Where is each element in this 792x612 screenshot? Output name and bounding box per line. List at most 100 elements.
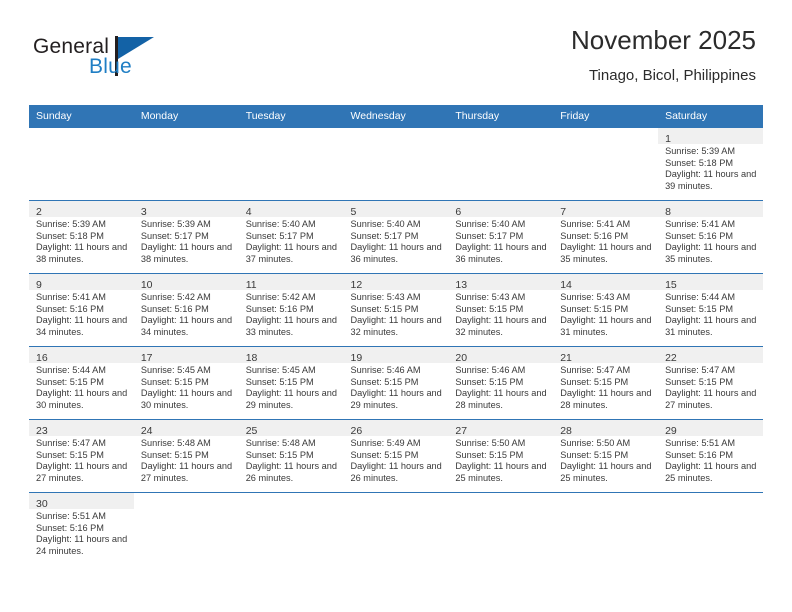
general-blue-logo[interactable]: General Blue xyxy=(33,36,223,84)
day-cell-details: Sunrise: 5:51 AM Sunset: 5:16 PM Daylight:… xyxy=(658,436,763,484)
sunrise-text: Sunrise: 5:51 AM xyxy=(36,511,106,521)
calendar-day-cell[interactable]: 8 Sunrise: 5:41 AM Sunset: 5:16 PM Daylight… xyxy=(658,200,763,274)
calendar-day-cell[interactable]: 24 Sunrise: 5:48 AM Sunset: 5:15 PM Dayligh… xyxy=(133,419,239,493)
day-cell-inner: 27 Sunrise: 5:50 AM Sunset: 5:15 PM Dayligh… xyxy=(448,420,554,492)
daylight-text: Daylight: 11 hours and 32 minutes. xyxy=(455,315,547,337)
sunrise-text: Sunrise: 5:47 AM xyxy=(665,365,736,375)
daylight-text: Daylight: 11 hours and 30 minutes. xyxy=(140,388,233,410)
calendar-day-cell[interactable]: 13 Sunrise: 5:43 AM Sunset: 5:15 PM Dayligh… xyxy=(448,273,554,347)
calendar-day-cell[interactable]: 20 Sunrise: 5:46 AM Sunset: 5:15 PM Dayligh… xyxy=(448,346,554,420)
day-number: 27 xyxy=(455,425,468,437)
day-cell-details: Sunrise: 5:46 AM Sunset: 5:15 PM Daylight:… xyxy=(448,363,553,411)
day-number: 25 xyxy=(245,425,258,437)
calendar-day-cell[interactable]: 28 Sunrise: 5:50 AM Sunset: 5:15 PM Dayligh… xyxy=(553,419,659,493)
day-cell-inner: 9 Sunrise: 5:41 AM Sunset: 5:16 PM Daylight… xyxy=(29,274,134,346)
day-number-strip: 20 xyxy=(448,347,554,364)
weekday-header-sunday: Sunday xyxy=(29,105,134,128)
calendar-day-cell[interactable]: 26 Sunrise: 5:49 AM Sunset: 5:15 PM Dayligh… xyxy=(343,419,449,493)
calendar-day-cell[interactable]: 2 Sunrise: 5:39 AM Sunset: 5:18 PM Daylight… xyxy=(29,200,134,274)
calendar-day-cell[interactable]: 23 Sunrise: 5:47 AM Sunset: 5:15 PM Dayligh… xyxy=(29,419,134,493)
day-number-strip: 14 xyxy=(553,274,659,291)
day-cell-details: Sunrise: 5:48 AM Sunset: 5:15 PM Daylight:… xyxy=(134,436,239,484)
calendar-day-cell[interactable]: 1 Sunrise: 5:39 AM Sunset: 5:18 PM Daylight… xyxy=(658,127,763,201)
day-number-strip: 9 xyxy=(29,274,134,291)
calendar-day-cell[interactable]: 29 Sunrise: 5:51 AM Sunset: 5:16 PM Dayligh… xyxy=(658,419,763,493)
calendar-day-cell[interactable]: 5 Sunrise: 5:40 AM Sunset: 5:17 PM Daylight… xyxy=(343,200,449,274)
sunset-text: Sunset: 5:15 PM xyxy=(560,376,629,387)
weekday-header-thursday: Thursday xyxy=(448,105,554,128)
calendar-day-cell[interactable]: 22 Sunrise: 5:47 AM Sunset: 5:15 PM Dayligh… xyxy=(658,346,763,420)
day-cell-inner: 15 Sunrise: 5:44 AM Sunset: 5:15 PM Dayligh… xyxy=(658,274,763,346)
sunrise-text: Sunrise: 5:47 AM xyxy=(560,365,631,375)
day-number-strip: 17 xyxy=(133,347,239,364)
day-cell-details: Sunrise: 5:49 AM Sunset: 5:15 PM Daylight:… xyxy=(344,436,449,484)
calendar-day-cell-empty xyxy=(238,492,344,566)
sunrise-text: Sunrise: 5:45 AM xyxy=(140,365,211,375)
day-cell-details: Sunrise: 5:47 AM Sunset: 5:15 PM Daylight:… xyxy=(658,363,763,411)
calendar-day-cell[interactable]: 9 Sunrise: 5:41 AM Sunset: 5:16 PM Daylight… xyxy=(29,273,134,347)
sunrise-text: Sunrise: 5:41 AM xyxy=(36,292,106,302)
sunrise-text: Sunrise: 5:46 AM xyxy=(455,365,526,375)
sunset-text: Sunset: 5:16 PM xyxy=(665,230,733,241)
sunset-text: Sunset: 5:17 PM xyxy=(245,230,314,241)
sunrise-text: Sunrise: 5:50 AM xyxy=(455,438,526,448)
page-title: November 2025 xyxy=(571,25,756,55)
day-cell-inner: 22 Sunrise: 5:47 AM Sunset: 5:15 PM Dayligh… xyxy=(658,347,763,419)
sunset-text: Sunset: 5:15 PM xyxy=(665,376,733,387)
calendar-day-cell[interactable]: 15 Sunrise: 5:44 AM Sunset: 5:15 PM Dayligh… xyxy=(658,273,763,347)
sunset-text: Sunset: 5:15 PM xyxy=(350,449,419,460)
calendar-day-cell[interactable]: 17 Sunrise: 5:45 AM Sunset: 5:15 PM Dayligh… xyxy=(133,346,239,420)
calendar-day-cell[interactable]: 30 Sunrise: 5:51 AM Sunset: 5:16 PM Dayligh… xyxy=(29,492,134,566)
day-number: 8 xyxy=(665,206,671,218)
day-number: 2 xyxy=(36,206,42,218)
day-number: 28 xyxy=(560,425,572,437)
day-number-strip: 27 xyxy=(448,420,554,437)
calendar-day-cell-empty xyxy=(133,492,239,566)
daylight-text: Daylight: 11 hours and 29 minutes. xyxy=(245,388,337,410)
day-cell-inner: 7 Sunrise: 5:41 AM Sunset: 5:16 PM Daylight… xyxy=(553,201,659,273)
sunset-text: Sunset: 5:15 PM xyxy=(36,449,104,460)
sunrise-text: Sunrise: 5:40 AM xyxy=(455,219,526,229)
calendar-day-cell[interactable]: 19 Sunrise: 5:46 AM Sunset: 5:15 PM Dayligh… xyxy=(343,346,449,420)
calendar-day-cell[interactable]: 3 Sunrise: 5:39 AM Sunset: 5:17 PM Daylight… xyxy=(133,200,239,274)
day-cell-inner: 6 Sunrise: 5:40 AM Sunset: 5:17 PM Daylight… xyxy=(448,201,554,273)
day-number: 6 xyxy=(455,206,462,218)
calendar-day-cell[interactable]: 25 Sunrise: 5:48 AM Sunset: 5:15 PM Dayligh… xyxy=(238,419,344,493)
day-cell-details: Sunrise: 5:46 AM Sunset: 5:15 PM Daylight:… xyxy=(344,363,449,411)
calendar-day-cell[interactable]: 4 Sunrise: 5:40 AM Sunset: 5:17 PM Daylight… xyxy=(238,200,344,274)
calendar-day-cell[interactable]: 11 Sunrise: 5:42 AM Sunset: 5:16 PM Dayligh… xyxy=(238,273,344,347)
calendar-day-cell[interactable]: 7 Sunrise: 5:41 AM Sunset: 5:16 PM Daylight… xyxy=(553,200,659,274)
day-number: 23 xyxy=(36,425,48,437)
sunrise-text: Sunrise: 5:39 AM xyxy=(665,146,736,156)
calendar-day-cell-empty xyxy=(238,127,344,201)
sunrise-text: Sunrise: 5:40 AM xyxy=(245,219,316,229)
sunrise-text: Sunrise: 5:39 AM xyxy=(140,219,211,229)
sunrise-text: Sunrise: 5:43 AM xyxy=(350,292,421,302)
day-cell-inner: 13 Sunrise: 5:43 AM Sunset: 5:15 PM Dayligh… xyxy=(448,274,554,346)
calendar-day-cell[interactable]: 12 Sunrise: 5:43 AM Sunset: 5:15 PM Dayligh… xyxy=(343,273,449,347)
sunrise-text: Sunrise: 5:49 AM xyxy=(350,438,421,448)
day-number-strip: 16 xyxy=(29,347,134,364)
daylight-text: Daylight: 11 hours and 27 minutes. xyxy=(665,388,757,410)
calendar-day-cell[interactable]: 14 Sunrise: 5:43 AM Sunset: 5:15 PM Dayligh… xyxy=(553,273,659,347)
day-number: 14 xyxy=(560,279,572,291)
calendar-day-cell[interactable]: 21 Sunrise: 5:47 AM Sunset: 5:15 PM Dayligh… xyxy=(553,346,659,420)
day-number-strip: 12 xyxy=(343,274,449,291)
daylight-text: Daylight: 11 hours and 32 minutes. xyxy=(350,315,442,337)
calendar-day-cell[interactable]: 27 Sunrise: 5:50 AM Sunset: 5:15 PM Dayligh… xyxy=(448,419,554,493)
calendar-day-cell[interactable]: 16 Sunrise: 5:44 AM Sunset: 5:15 PM Dayligh… xyxy=(29,346,134,420)
sunset-text: Sunset: 5:15 PM xyxy=(140,376,209,387)
sunrise-text: Sunrise: 5:44 AM xyxy=(36,365,106,375)
weekday-header-wednesday: Wednesday xyxy=(343,105,449,128)
daylight-text: Daylight: 11 hours and 27 minutes. xyxy=(140,461,233,483)
day-number: 13 xyxy=(455,279,468,291)
sunset-text: Sunset: 5:17 PM xyxy=(350,230,419,241)
sunset-text: Sunset: 5:16 PM xyxy=(560,230,629,241)
calendar-day-cell[interactable]: 10 Sunrise: 5:42 AM Sunset: 5:16 PM Dayligh… xyxy=(133,273,239,347)
calendar-day-cell-empty xyxy=(343,127,449,201)
calendar-day-cell[interactable]: 6 Sunrise: 5:40 AM Sunset: 5:17 PM Daylight… xyxy=(448,200,554,274)
daylight-text: Daylight: 11 hours and 27 minutes. xyxy=(36,461,128,483)
calendar-day-cell[interactable]: 18 Sunrise: 5:45 AM Sunset: 5:15 PM Dayligh… xyxy=(238,346,344,420)
sunrise-text: Sunrise: 5:44 AM xyxy=(665,292,736,302)
day-number: 10 xyxy=(140,279,153,291)
